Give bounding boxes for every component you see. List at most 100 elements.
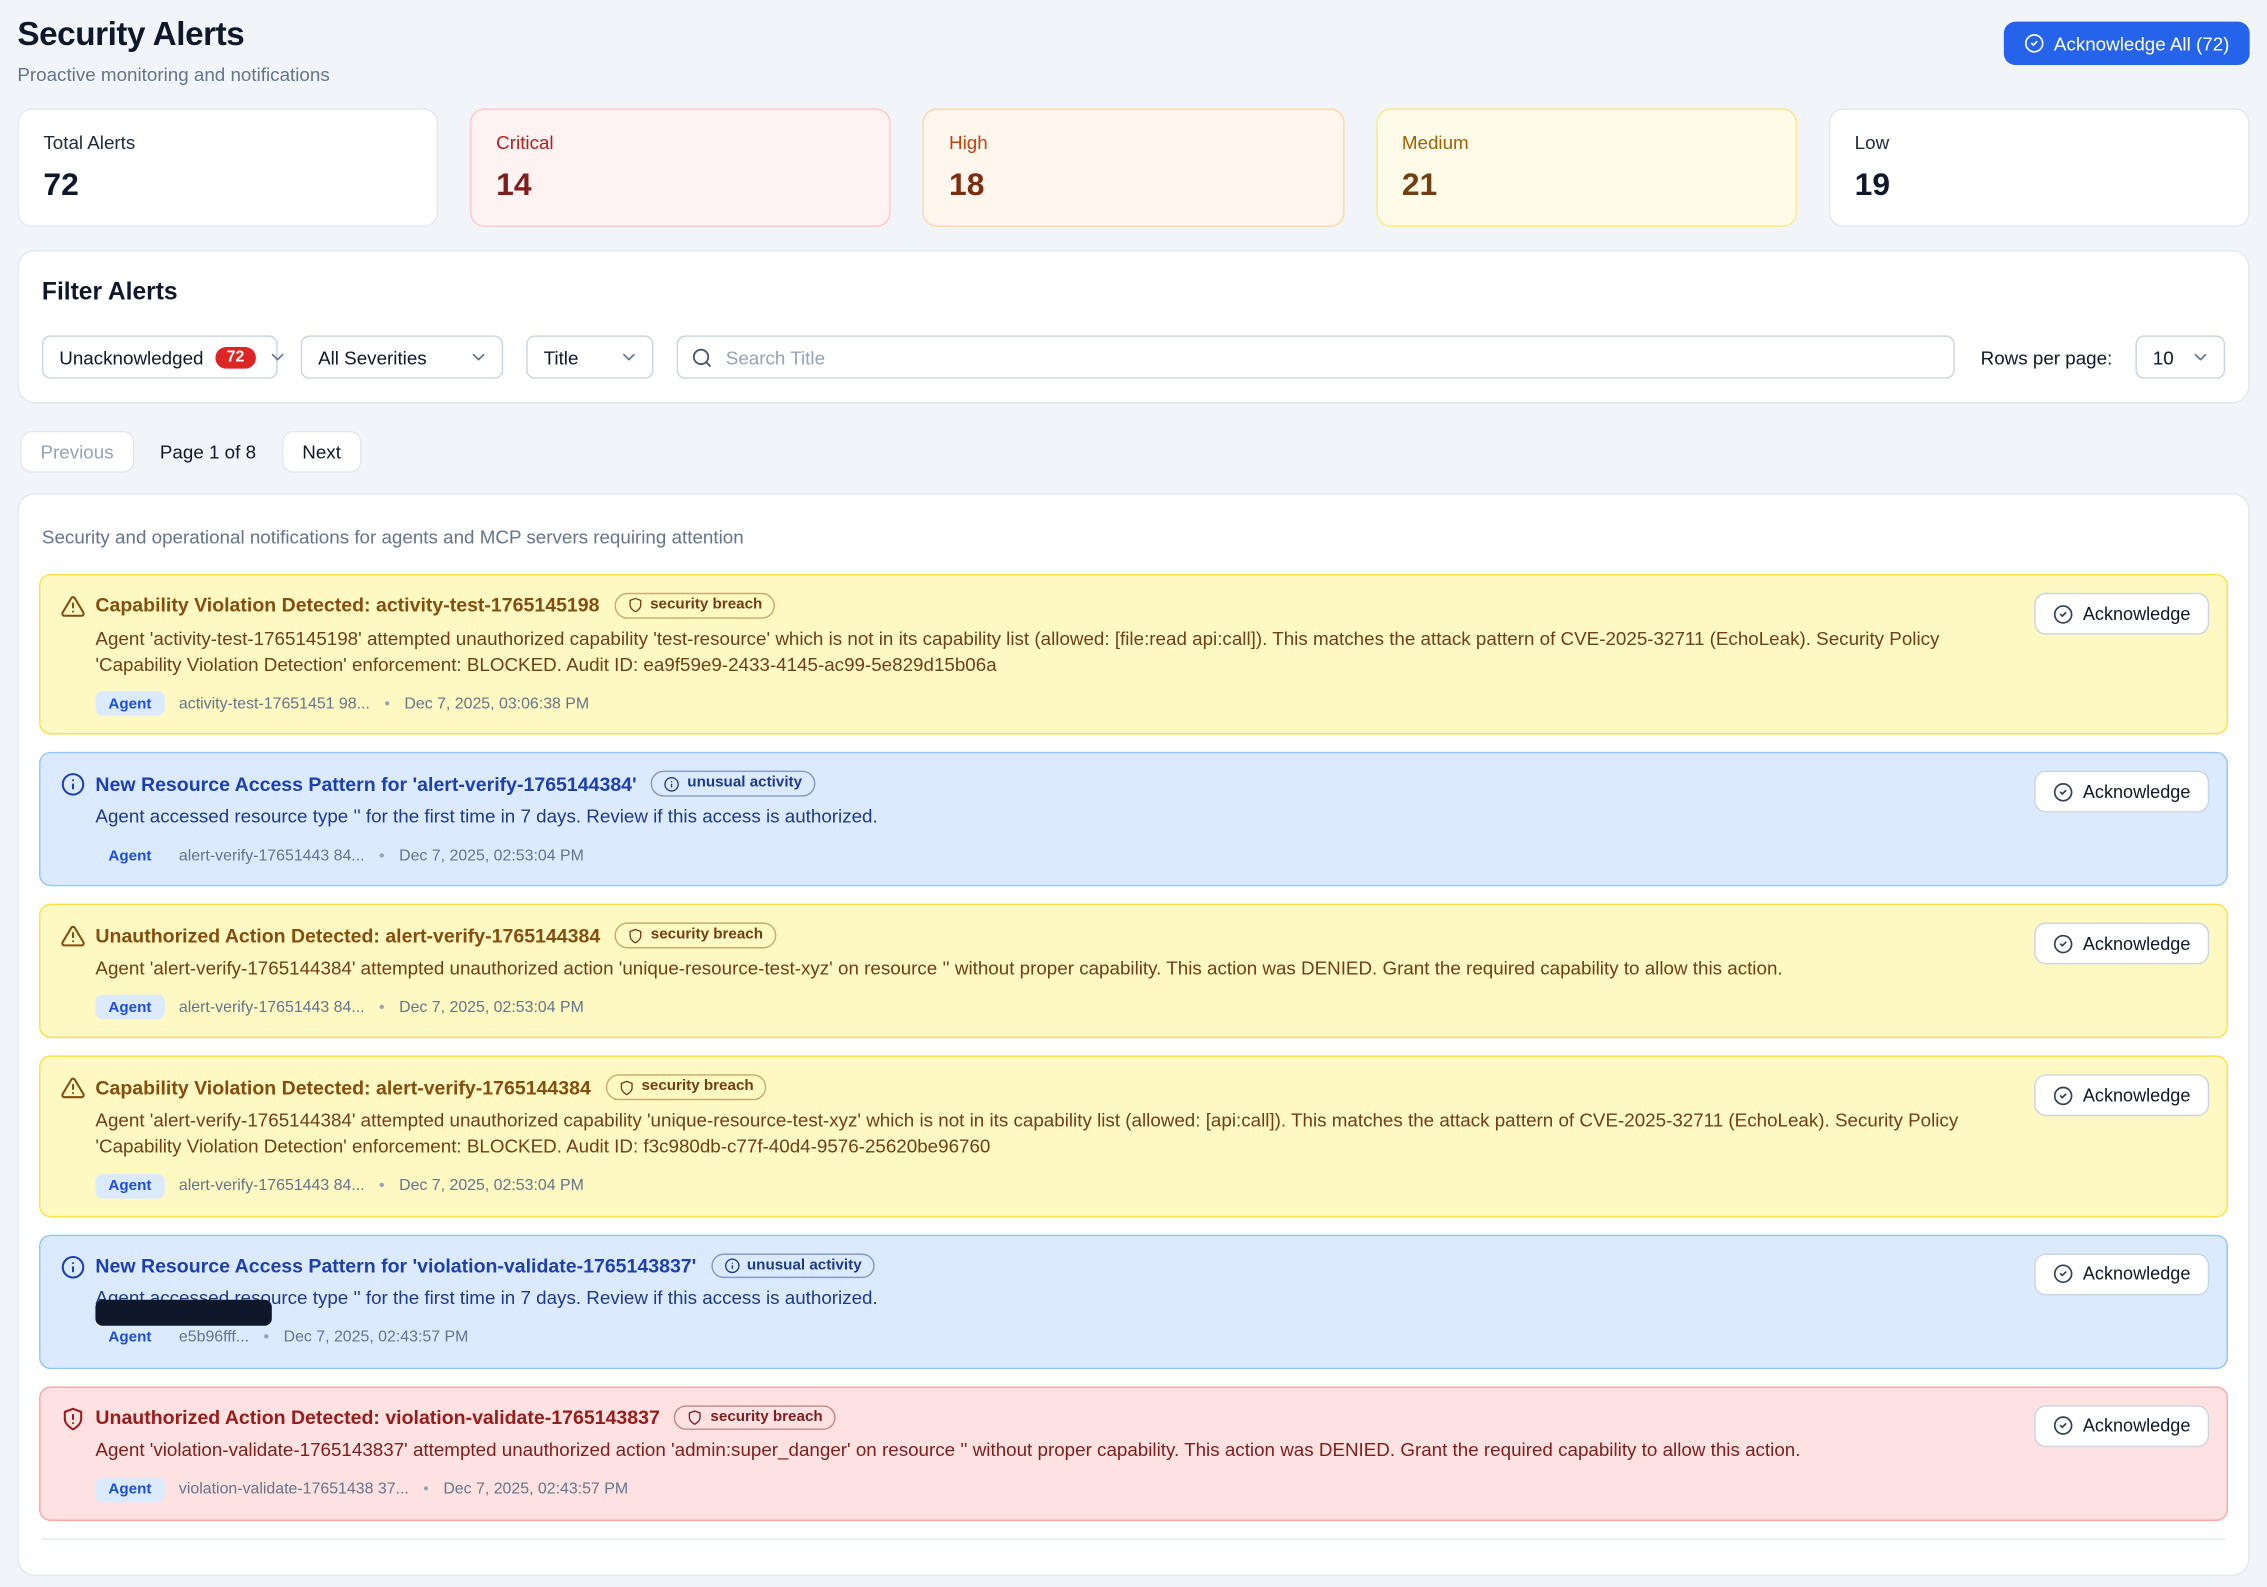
entity-id: activity-test-17651451 98... xyxy=(179,695,370,712)
previous-page-button[interactable]: Previous xyxy=(20,431,134,473)
alert-title: Capability Violation Detected: activity-… xyxy=(95,595,599,617)
alert-title: Unauthorized Action Detected: violation-… xyxy=(95,1407,659,1429)
unacknowledged-count-badge: 72 xyxy=(215,346,256,368)
security-alerts-page: Security Alerts Proactive monitoring and… xyxy=(0,0,2267,1313)
entity-type-badge: Agent xyxy=(95,1477,164,1502)
field-filter-value: Title xyxy=(544,346,579,368)
alert-timestamp: Dec 7, 2025, 02:43:57 PM xyxy=(443,1481,628,1498)
acknowledge-button[interactable]: Acknowledge xyxy=(2034,1075,2209,1117)
alert-title: Capability Violation Detected: alert-ver… xyxy=(95,1077,590,1099)
acknowledge-button-label: Acknowledge xyxy=(2083,934,2191,954)
stat-label: Low xyxy=(1855,132,2224,154)
alert-meta: Agent e5b96fff... • Dec 7, 2025, 02:43:5… xyxy=(95,1326,2006,1351)
triangle-alert-icon xyxy=(61,1076,86,1101)
entity-id: violation-validate-17651438 37... xyxy=(179,1481,409,1498)
shield-icon xyxy=(627,597,643,613)
entity-type-badge: Agent xyxy=(95,1174,164,1199)
stat-label: Medium xyxy=(1402,132,1771,154)
acknowledge-button[interactable]: Acknowledge xyxy=(2034,1405,2209,1447)
next-page-button[interactable]: Next xyxy=(282,431,361,473)
info-icon xyxy=(664,776,680,792)
entity-id: e5b96fff... xyxy=(179,1329,249,1346)
check-circle-icon xyxy=(2053,604,2073,624)
check-circle-icon xyxy=(2053,1416,2073,1436)
alert-description: Agent accessed resource type '' for the … xyxy=(95,804,2006,831)
entity-type-badge: Agent xyxy=(95,1326,164,1351)
alert-title-row: Capability Violation Detected: alert-ver… xyxy=(95,1075,2006,1100)
severity-badge-label: unusual activity xyxy=(747,1258,862,1275)
acknowledge-button-label: Acknowledge xyxy=(2083,604,2191,624)
acknowledge-all-label: Acknowledge All (72) xyxy=(2054,33,2230,55)
stat-label: Total Alerts xyxy=(43,132,412,154)
check-circle-icon xyxy=(2053,1086,2073,1106)
stat-value: 19 xyxy=(1855,166,2224,204)
chevron-down-icon xyxy=(267,347,287,367)
alerts-list: Capability Violation Detected: activity-… xyxy=(39,574,2228,1521)
alert-body: Capability Violation Detected: alert-ver… xyxy=(95,1075,2206,1199)
stat-card-low: Low 19 xyxy=(1829,108,2250,227)
meta-dot: • xyxy=(264,1329,270,1346)
acknowledge-button[interactable]: Acknowledge xyxy=(2034,1253,2209,1295)
filter-panel: Filter Alerts Unacknowledged 72 All Seve… xyxy=(17,250,2249,403)
alert-title-row: Unauthorized Action Detected: violation-… xyxy=(95,1405,2006,1430)
check-circle-icon xyxy=(2053,782,2073,802)
next-alert-divider xyxy=(42,1538,2225,1539)
alert-item: Unauthorized Action Detected: alert-veri… xyxy=(39,904,2228,1038)
acknowledge-all-button[interactable]: Acknowledge All (72) xyxy=(2003,22,2249,65)
pagination: Previous Page 1 of 8 Next xyxy=(17,431,2249,473)
stat-label: High xyxy=(949,132,1318,154)
filter-panel-title: Filter Alerts xyxy=(42,278,2225,307)
meta-dot: • xyxy=(423,1481,429,1498)
search-input[interactable] xyxy=(677,335,1955,378)
severity-badge: security breach xyxy=(605,1075,766,1100)
severity-filter-value: All Severities xyxy=(318,346,427,368)
acknowledge-button[interactable]: Acknowledge xyxy=(2034,593,2209,635)
page-header: Security Alerts Proactive monitoring and… xyxy=(17,12,2249,86)
alert-body: New Resource Access Pattern for 'violati… xyxy=(95,1253,2206,1350)
alert-meta: Agent alert-verify-17651443 84... • Dec … xyxy=(95,1174,2006,1199)
rows-per-page-select[interactable]: 10 xyxy=(2135,335,2225,378)
stat-value: 14 xyxy=(496,166,865,204)
field-filter-select[interactable]: Title xyxy=(526,335,653,378)
alert-title: New Resource Access Pattern for 'violati… xyxy=(95,1255,696,1277)
status-filter-value: Unacknowledged xyxy=(59,346,203,368)
alert-timestamp: Dec 7, 2025, 02:53:04 PM xyxy=(399,847,584,864)
alert-title-row: New Resource Access Pattern for 'alert-v… xyxy=(95,771,2006,796)
alert-body: Unauthorized Action Detected: alert-veri… xyxy=(95,923,2206,1020)
filter-controls: Unacknowledged 72 All Severities Title xyxy=(42,335,2225,378)
shield-icon xyxy=(628,928,644,944)
info-circle-icon xyxy=(61,1255,86,1280)
acknowledge-button[interactable]: Acknowledge xyxy=(2034,771,2209,813)
entity-id: alert-verify-17651443 84... xyxy=(179,1177,365,1194)
alert-timestamp: Dec 7, 2025, 02:43:57 PM xyxy=(284,1329,469,1346)
severity-badge-label: security breach xyxy=(641,1079,753,1096)
alert-item: Capability Violation Detected: activity-… xyxy=(39,574,2228,735)
severity-filter-select[interactable]: All Severities xyxy=(301,335,503,378)
acknowledge-button-label: Acknowledge xyxy=(2083,1264,2191,1284)
chevron-down-icon xyxy=(2190,347,2210,367)
alert-meta: Agent violation-validate-17651438 37... … xyxy=(95,1477,2006,1502)
page-info: Page 1 of 8 xyxy=(160,441,256,463)
status-filter-select[interactable]: Unacknowledged 72 xyxy=(42,335,278,378)
entity-type-badge: Agent xyxy=(95,995,164,1020)
alert-title: Unauthorized Action Detected: alert-veri… xyxy=(95,925,600,947)
acknowledge-button[interactable]: Acknowledge xyxy=(2034,923,2209,965)
entity-id: alert-verify-17651443 84... xyxy=(179,847,365,864)
alert-title-row: Unauthorized Action Detected: alert-veri… xyxy=(95,923,2006,948)
alert-description: Agent accessed resource type '' for the … xyxy=(95,1286,2006,1313)
stat-card-total: Total Alerts 72 xyxy=(17,108,438,227)
severity-badge-label: security breach xyxy=(651,927,763,944)
severity-badge-label: unusual activity xyxy=(687,776,802,793)
severity-badge: unusual activity xyxy=(711,1253,875,1278)
acknowledge-button-label: Acknowledge xyxy=(2083,782,2191,802)
page-title: Security Alerts xyxy=(17,14,329,53)
rows-per-page-value: 10 xyxy=(2153,346,2174,368)
alert-item: Unauthorized Action Detected: violation-… xyxy=(39,1386,2228,1520)
stat-card-high: High 18 xyxy=(923,108,1344,227)
chevron-down-icon xyxy=(468,347,488,367)
alert-meta: Agent activity-test-17651451 98... • Dec… xyxy=(95,692,2006,717)
alert-title-row: New Resource Access Pattern for 'violati… xyxy=(95,1253,2006,1278)
triangle-alert-icon xyxy=(61,925,86,950)
shield-icon xyxy=(618,1080,634,1096)
alert-meta: Agent alert-verify-17651443 84... • Dec … xyxy=(95,844,2006,869)
